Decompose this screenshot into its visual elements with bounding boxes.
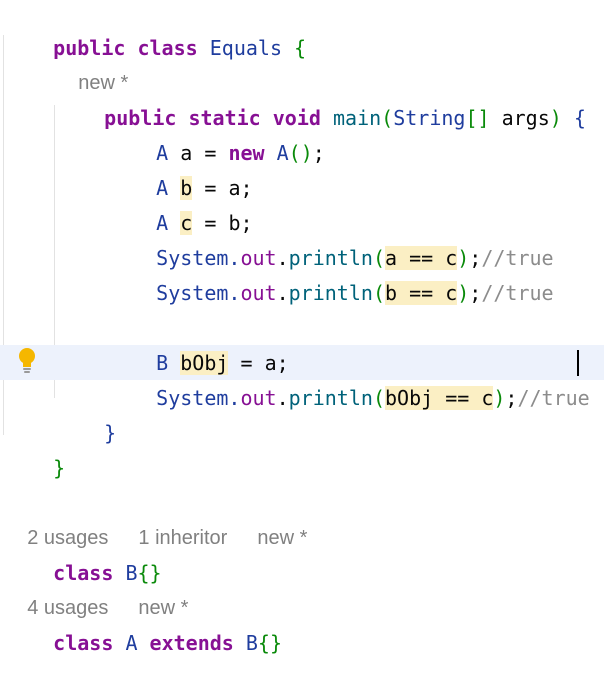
code-line[interactable]: B bObj = a; [0, 311, 604, 375]
inlay-hint[interactable]: 2 usages 1 inheritor new * [5, 486, 505, 549]
keyword: extends [149, 631, 234, 655]
semicolon: ; [469, 281, 482, 305]
inlay-hint[interactable]: new * [56, 31, 356, 94]
code-line[interactable]: A a = new A(); [0, 101, 604, 165]
code-line[interactable]: A c = b; [0, 171, 604, 235]
superclass-name: B [245, 631, 258, 655]
paren: ) [457, 281, 470, 305]
method-call: println [288, 281, 373, 305]
code-line[interactable]: } [0, 381, 604, 445]
code-line[interactable]: A b = a; [0, 136, 604, 200]
inlay-hint[interactable]: 4 usages new * [5, 556, 405, 619]
comment: //true [481, 281, 554, 305]
highlighted-expression: b == c [384, 281, 458, 305]
code-line[interactable]: public static void main(String[] args) { [0, 66, 604, 130]
code-line[interactable]: System.out.println(a == c);//true [0, 206, 604, 270]
brace: } [53, 456, 66, 480]
code-line[interactable]: } [0, 416, 604, 480]
code-editor[interactable]: public class Equals { new * public stati… [0, 0, 604, 655]
text-caret [577, 350, 579, 376]
code-line[interactable]: public class Equals { [0, 0, 604, 60]
field-ref: out [240, 281, 277, 305]
paren: ( [372, 281, 385, 305]
class-ref: System. [156, 281, 241, 305]
brace: {} [257, 631, 283, 655]
dot: . [276, 281, 289, 305]
code-line[interactable]: class B{} [0, 521, 604, 585]
code-line[interactable]: class A extends B{} [0, 591, 604, 655]
keyword: class [53, 631, 114, 655]
class-name: A [125, 631, 138, 655]
code-line[interactable]: System.out.println(bObj == c);//true [0, 346, 604, 410]
code-line[interactable]: System.out.println(b == c);//true [0, 241, 604, 305]
